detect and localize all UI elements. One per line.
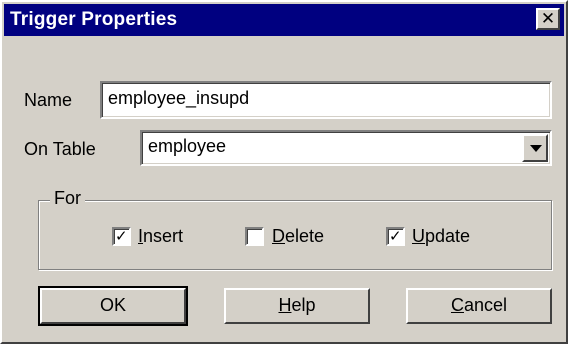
chevron-down-icon xyxy=(530,145,542,152)
window-title: Trigger Properties xyxy=(10,9,178,30)
help-button[interactable]: Help xyxy=(224,288,370,324)
close-icon: ✕ xyxy=(540,9,556,28)
name-label: Name xyxy=(24,90,73,110)
checkmark-icon: ✓ xyxy=(115,228,128,245)
on-table-select[interactable]: employee xyxy=(140,130,552,166)
delete-label[interactable]: Delete xyxy=(272,226,324,247)
update-checkbox[interactable]: ✓ xyxy=(386,227,405,246)
on-table-dropdown-button[interactable] xyxy=(522,134,548,162)
close-button[interactable]: ✕ xyxy=(536,8,560,30)
delete-checkbox[interactable] xyxy=(245,227,264,246)
on-table-selected-value: employee xyxy=(148,136,227,156)
checkmark-icon: ✓ xyxy=(389,228,402,245)
cancel-button-label: Cancel xyxy=(450,295,508,315)
on-table-label: On Table xyxy=(24,139,96,159)
for-group-legend: For xyxy=(50,188,85,209)
ok-button[interactable]: OK xyxy=(38,286,188,326)
trigger-properties-dialog: Trigger Properties ✕ Name employee_insup… xyxy=(0,0,568,344)
insert-label[interactable]: Insert xyxy=(138,226,183,247)
cancel-button[interactable]: Cancel xyxy=(406,288,552,324)
ok-button-label: OK xyxy=(99,295,126,315)
name-input[interactable]: employee_insupd xyxy=(100,81,552,119)
insert-checkbox[interactable]: ✓ xyxy=(112,227,131,246)
title-bar[interactable]: Trigger Properties ✕ xyxy=(4,4,564,36)
update-label[interactable]: Update xyxy=(412,226,470,247)
help-button-label: Help xyxy=(278,295,316,315)
name-input-value: employee_insupd xyxy=(108,88,250,108)
